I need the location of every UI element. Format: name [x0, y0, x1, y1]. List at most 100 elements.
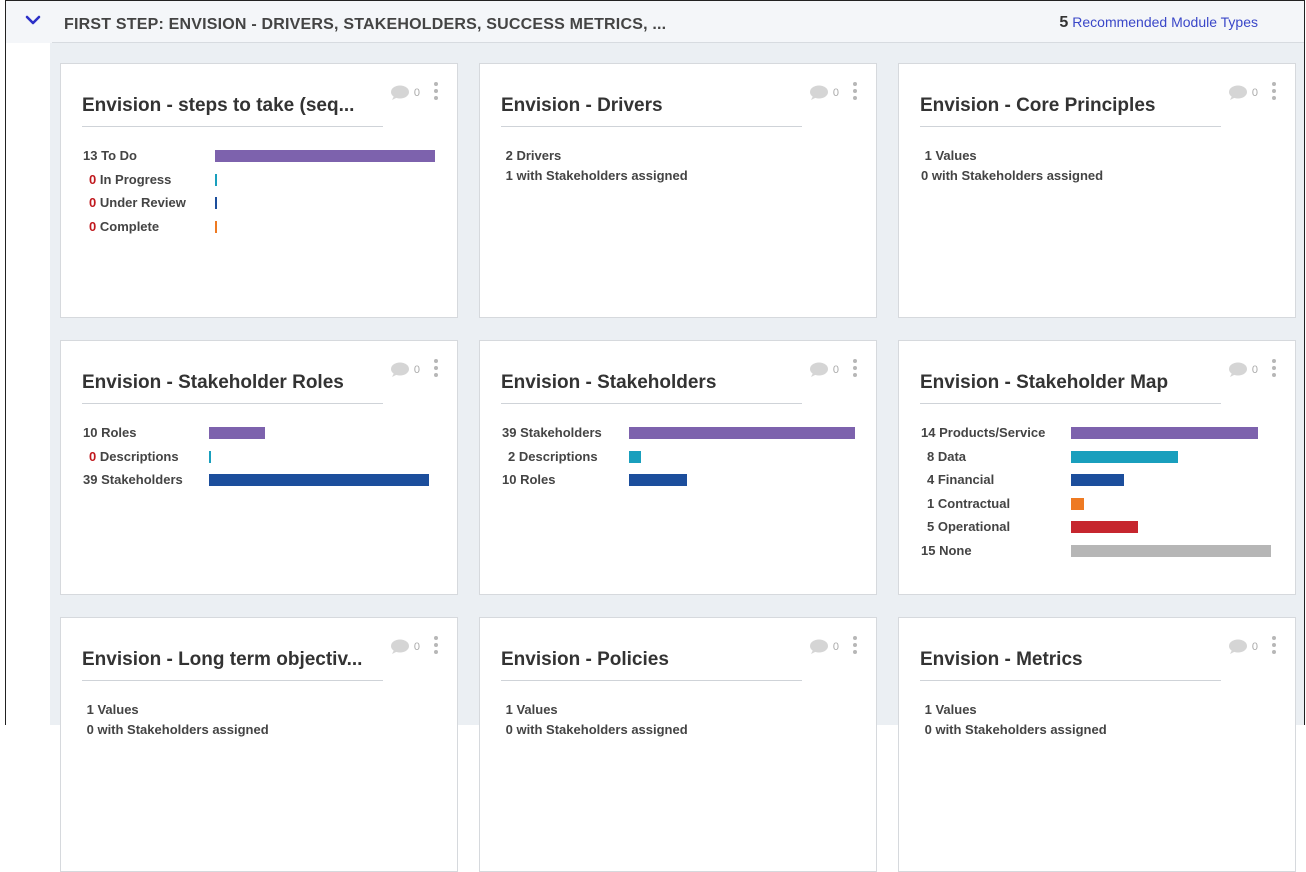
stat-count: 10 [83, 425, 98, 440]
module-card-stakeholders[interactable]: 0 Envision - Stakeholders 39 Stakeholders 2… [479, 340, 877, 595]
card-title[interactable]: Envision - Stakeholder Roles [82, 372, 383, 404]
comments-button[interactable]: 0 [809, 362, 839, 378]
module-card-drivers[interactable]: 0 Envision - Drivers 2 Drivers 1 with Sta… [479, 63, 877, 318]
stat-label: 0 In Progress [89, 172, 171, 187]
comments-button[interactable]: 0 [1228, 639, 1258, 655]
stat-name: Roles [101, 425, 137, 440]
comment-icon [1228, 362, 1247, 377]
card-stats: 1 Values 0 with Stakeholders assigned [83, 702, 269, 742]
card-stats: 1 Values 0 with Stakeholders assigned [502, 702, 688, 742]
stat-label: 13 To Do [83, 148, 137, 163]
section-title: FIRST STEP: ENVISION - DRIVERS, STAKEHOL… [64, 16, 667, 33]
stat-name: Data [937, 448, 967, 464]
module-card-core-principles[interactable]: 0 Envision - Core Principles 1 Values 0 wi… [898, 63, 1296, 318]
card-title[interactable]: Envision - Long term objectiv... [82, 649, 383, 681]
comment-count: 0 [413, 87, 420, 99]
more-options-icon[interactable] [852, 359, 858, 379]
comment-count: 0 [1251, 641, 1258, 653]
card-title[interactable]: Envision - Drivers [501, 95, 802, 127]
stat-bar [209, 474, 429, 486]
stat-bar [215, 150, 435, 162]
stat-count: 15 [921, 542, 936, 558]
stat-bar [215, 220, 217, 233]
more-options-icon[interactable] [1271, 359, 1277, 379]
stat-text: 0 with Stakeholders assigned [921, 168, 1104, 183]
stat-label: 39 Stakeholders [502, 425, 602, 440]
module-card-steps-to-take[interactable]: 0 Envision - steps to take (seq... 13 To D… [60, 63, 458, 318]
stat-label: 10 Roles [83, 425, 137, 440]
module-card-stakeholder-map[interactable]: 0 Envision - Stakeholder Map 14 Products/S… [898, 340, 1296, 595]
stat-text: 1 Values [502, 702, 558, 717]
more-options-icon[interactable] [852, 82, 858, 102]
more-options-icon[interactable] [433, 636, 439, 656]
recommended-module-types-link[interactable]: 5 Recommended Module Types [1059, 14, 1258, 32]
comments-button[interactable]: 0 [390, 362, 420, 378]
stat-label: 8 Data [927, 449, 966, 464]
comment-count: 0 [832, 364, 839, 376]
stat-name: In Progress [99, 171, 172, 187]
recommended-count: 5 [1059, 14, 1069, 31]
comment-count: 0 [1251, 364, 1258, 376]
more-options-icon[interactable] [433, 82, 439, 102]
stat-bar [209, 427, 265, 439]
stat-label: 0 Complete [89, 219, 159, 234]
module-card-policies[interactable]: 0 Envision - Policies 1 Values 0 with Sta… [479, 617, 877, 872]
stat-name: Contractual [937, 495, 1011, 511]
stat-name: Descriptions [518, 448, 598, 464]
more-options-icon[interactable] [1271, 636, 1277, 656]
comments-button[interactable]: 0 [809, 85, 839, 101]
stat-text: 0 with Stakeholders assigned [83, 722, 269, 737]
comment-icon [809, 85, 828, 100]
stat-label: 15 None [921, 543, 972, 558]
stat-bar [209, 450, 211, 463]
stat-text: 1 with Stakeholders assigned [502, 168, 688, 183]
comments-button[interactable]: 0 [1228, 85, 1258, 101]
comments-button[interactable]: 0 [390, 639, 420, 655]
stat-bar [1071, 474, 1124, 486]
comments-button[interactable]: 0 [809, 639, 839, 655]
stat-text: 1 Values [921, 148, 977, 163]
comment-count: 0 [832, 87, 839, 99]
stat-count: 10 [502, 472, 517, 487]
module-section: FIRST STEP: ENVISION - DRIVERS, STAKEHOL… [5, 0, 1305, 872]
card-stats: 2 Drivers 1 with Stakeholders assigned [502, 148, 688, 188]
card-stats: 1 Values 0 with Stakeholders assigned [921, 702, 1107, 742]
stat-bar [215, 173, 217, 186]
card-title[interactable]: Envision - steps to take (seq... [82, 95, 383, 127]
card-title[interactable]: Envision - Core Principles [920, 95, 1221, 127]
card-stats: 1 Values 0 with Stakeholders assigned [921, 148, 1103, 188]
comment-icon [390, 85, 409, 100]
stat-name: Products/Service [939, 425, 1046, 440]
stat-name: To Do [101, 148, 137, 163]
module-card-stakeholder-roles[interactable]: 0 Envision - Stakeholder Roles 10 Roles 0 D… [60, 340, 458, 595]
card-title[interactable]: Envision - Policies [501, 649, 802, 681]
comment-icon [1228, 85, 1247, 100]
stat-bar [1071, 450, 1178, 463]
comment-count: 0 [413, 364, 420, 376]
stat-count: 0 [89, 195, 97, 210]
more-options-icon[interactable] [1271, 82, 1277, 102]
stat-count: 1 [927, 495, 935, 511]
stat-bar [1071, 427, 1258, 439]
more-options-icon[interactable] [433, 359, 439, 379]
stat-count: 2 [508, 448, 516, 464]
stat-bar [215, 197, 217, 209]
card-title[interactable]: Envision - Metrics [920, 649, 1221, 681]
card-title[interactable]: Envision - Stakeholders [501, 372, 802, 404]
comment-count: 0 [413, 641, 420, 653]
module-card-long-term-objectives[interactable]: 0 Envision - Long term objectiv... 1 Valu… [60, 617, 458, 872]
stat-name: Complete [99, 218, 160, 234]
stat-text: 1 Values [83, 702, 139, 717]
stat-text: 1 Values [921, 702, 977, 717]
more-options-icon[interactable] [852, 636, 858, 656]
stat-name: Stakeholders [101, 472, 183, 487]
card-title[interactable]: Envision - Stakeholder Map [920, 372, 1221, 404]
module-card-metrics[interactable]: 0 Envision - Metrics 1 Values 0 with Stak… [898, 617, 1296, 872]
comments-button[interactable]: 0 [1228, 362, 1258, 378]
stat-bar [629, 450, 641, 463]
chevron-down-icon[interactable] [24, 11, 42, 29]
stat-count: 0 [89, 218, 97, 234]
stat-label: 10 Roles [502, 472, 556, 487]
comments-button[interactable]: 0 [390, 85, 420, 101]
stat-bar [629, 474, 687, 486]
